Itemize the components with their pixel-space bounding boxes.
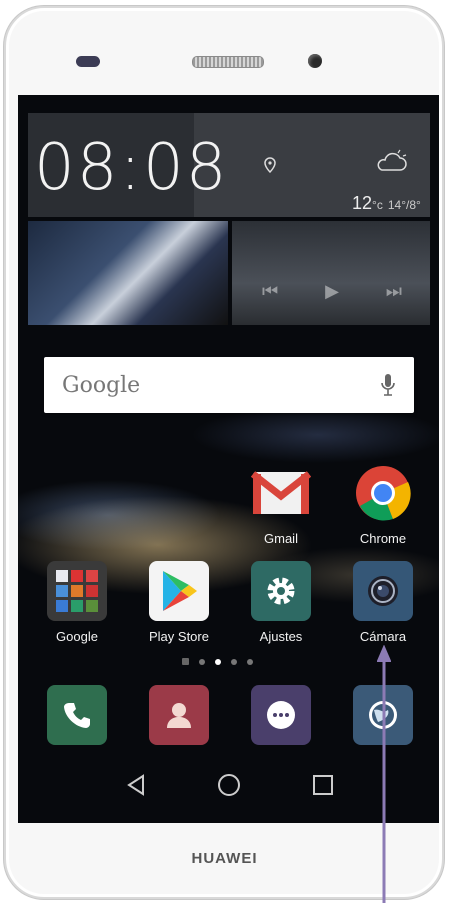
home-icon[interactable]: [216, 772, 242, 798]
home-screen: 08:08 12°c 14°/8° ⏮ ▶ ⏭ Google Gmail Chr…: [18, 95, 439, 823]
proximity-sensor: [76, 56, 100, 67]
page-dot[interactable]: [247, 658, 253, 665]
temp-range: 14°/8°: [387, 198, 421, 212]
app-google-folder[interactable]: Google: [32, 561, 122, 644]
dock-messages[interactable]: [236, 685, 326, 745]
app-label: Gmail: [264, 531, 298, 546]
microphone-icon[interactable]: [380, 372, 396, 398]
page-dot-active[interactable]: [215, 658, 221, 665]
clock-weather-widget[interactable]: 08:08 12°c 14°/8°: [28, 113, 430, 217]
chrome-icon: [353, 463, 413, 523]
app-camera[interactable]: Cámara: [338, 561, 428, 644]
app-play-store[interactable]: Play Store: [134, 561, 224, 644]
app-gmail[interactable]: Gmail: [236, 463, 326, 546]
google-logo: Google: [62, 373, 141, 398]
google-search-bar[interactable]: Google: [44, 357, 414, 413]
contacts-icon: [149, 685, 209, 745]
phone-icon: [47, 685, 107, 745]
temp-value: 12: [352, 193, 373, 213]
google-folder-icon: [47, 561, 107, 621]
pointer-arrow: [377, 645, 391, 903]
app-label: Ajustes: [259, 629, 303, 644]
dock-phone[interactable]: [32, 685, 122, 745]
gmail-icon: [251, 463, 311, 523]
dock-contacts[interactable]: [134, 685, 224, 745]
temp-unit: °c: [372, 198, 383, 212]
app-label: Chrome: [359, 531, 407, 546]
back-icon[interactable]: [123, 772, 149, 798]
previous-icon[interactable]: ⏮: [262, 281, 278, 302]
app-settings[interactable]: Ajustes: [236, 561, 326, 644]
clock-time: 08:08: [34, 131, 229, 205]
gallery-widget[interactable]: [28, 221, 228, 325]
earpiece-speaker: [192, 56, 264, 68]
next-icon[interactable]: ⏭: [386, 281, 402, 302]
app-label: Cámara: [359, 629, 407, 644]
temperature: 12°c 14°/8°: [352, 193, 421, 214]
recents-icon[interactable]: [310, 772, 336, 798]
home-page-indicator[interactable]: [182, 658, 189, 665]
messages-icon: [251, 685, 311, 745]
front-camera: [308, 54, 322, 68]
page-dot[interactable]: [231, 658, 237, 665]
play-icon[interactable]: ▶: [325, 281, 339, 302]
navigation-bar: [18, 750, 439, 823]
app-chrome[interactable]: Chrome: [338, 463, 428, 546]
location-pin-icon: [264, 157, 276, 176]
play-store-icon: [149, 561, 209, 621]
app-label: Play Store: [149, 629, 209, 644]
page-indicator[interactable]: [182, 658, 253, 665]
music-widget[interactable]: ⏮ ▶ ⏭: [232, 221, 430, 325]
page-dot[interactable]: [199, 658, 205, 665]
camera-icon: [353, 561, 413, 621]
weather-cloud-icon: [374, 149, 408, 171]
settings-icon: [251, 561, 311, 621]
app-label: Google: [56, 629, 98, 644]
